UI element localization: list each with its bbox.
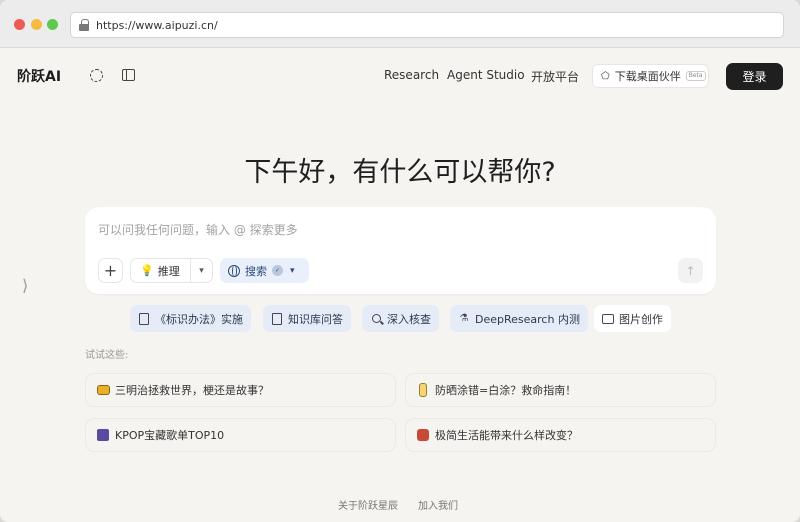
plus-icon: + xyxy=(103,261,118,280)
tool-label: 《标识办法》实施 xyxy=(155,312,243,326)
sidebar-toggle-icon[interactable] xyxy=(120,67,136,83)
tool-label: DeepResearch 内测 xyxy=(475,312,580,326)
brand-logo[interactable]: 阶跃AI xyxy=(17,66,61,86)
tool-label: 图片创作 xyxy=(619,312,663,326)
suggestion-card[interactable]: 防晒涂错=白涂？救命指南！ xyxy=(405,373,716,407)
flask-icon: ⚗ xyxy=(459,313,469,324)
sunscreen-icon xyxy=(416,383,430,397)
download-label: 下载桌面伙伴 xyxy=(614,70,681,83)
nav-open-platform[interactable]: 开放平台 xyxy=(531,68,579,85)
chevron-down-icon[interactable]: ▾ xyxy=(290,266,295,276)
footer-about-link[interactable]: 关于阶跃星辰 xyxy=(338,497,398,512)
tool-deep-check[interactable]: 深入核查 xyxy=(362,305,439,332)
suggestions-label: 试试这些: xyxy=(85,350,129,361)
suggestion-card[interactable]: 三明治拯救世界，梗还是故事？ xyxy=(85,373,396,407)
tool-knowledge-qa[interactable]: 知识库问答 xyxy=(263,305,351,332)
minimize-window-icon[interactable] xyxy=(31,19,42,30)
chevron-down-icon[interactable]: ▾ xyxy=(191,266,212,276)
lightbulb-icon: 💡 xyxy=(140,264,154,277)
reasoning-main[interactable]: 💡 推理 xyxy=(131,259,191,282)
reasoning-label: 推理 xyxy=(157,264,180,278)
nav-research[interactable]: Research xyxy=(384,68,439,82)
tool-label: 知识库问答 xyxy=(288,312,343,326)
image-icon xyxy=(602,313,614,325)
suggestion-text: 防晒涂错=白涂？救命指南！ xyxy=(435,384,577,397)
suggestion-text: 极简生活能带来什么样改变？ xyxy=(435,429,578,442)
sandwich-icon xyxy=(96,383,110,397)
download-desktop-button[interactable]: ⬠ 下载桌面伙伴 Beta xyxy=(592,64,709,88)
chat-input-card: + 💡 推理 ▾ 搜索 ✓ ▾ ↑ xyxy=(85,207,716,294)
attach-button[interactable]: + xyxy=(98,258,123,283)
address-bar[interactable]: https://www.aipuzi.cn/ xyxy=(70,12,784,38)
tool-regulation[interactable]: 《标识办法》实施 xyxy=(130,305,251,332)
chat-input[interactable] xyxy=(98,223,678,237)
search-status-badge: ✓ xyxy=(272,265,283,276)
login-button[interactable]: 登录 xyxy=(726,63,783,90)
nav-agent-studio[interactable]: Agent Studio xyxy=(447,68,525,82)
pentagon-icon: ⬠ xyxy=(601,70,610,82)
suggestion-card[interactable]: KPOP宝藏歌单TOP10 xyxy=(85,418,396,452)
tool-deep-research[interactable]: ⚗ DeepResearch 内测 xyxy=(450,305,588,332)
expand-sidebar-icon[interactable]: ⟩ xyxy=(22,276,28,295)
beta-badge: Beta xyxy=(685,71,706,81)
browser-toolbar: https://www.aipuzi.cn/ xyxy=(0,0,800,48)
backpack-icon xyxy=(416,428,430,442)
tool-label: 深入核查 xyxy=(387,312,431,326)
close-window-icon[interactable] xyxy=(14,19,25,30)
page-title: 下午好，有什么可以帮你? xyxy=(244,157,556,188)
tool-image-creation[interactable]: 图片创作 xyxy=(594,305,671,332)
url-text: https://www.aipuzi.cn/ xyxy=(96,18,218,32)
footer-join-link[interactable]: 加入我们 xyxy=(418,497,458,512)
browser-window: https://www.aipuzi.cn/ 阶跃AI Research Age… xyxy=(0,0,800,522)
new-chat-icon[interactable] xyxy=(88,67,104,83)
globe-icon xyxy=(228,264,240,277)
music-box-icon xyxy=(96,428,110,442)
library-icon xyxy=(271,312,283,325)
reasoning-toggle[interactable]: 💡 推理 ▾ xyxy=(130,258,213,283)
magnifier-icon xyxy=(370,313,382,325)
suggestion-text: 三明治拯救世界，梗还是故事？ xyxy=(115,384,269,397)
suggestion-card[interactable]: 极简生活能带来什么样改变？ xyxy=(405,418,716,452)
lock-icon xyxy=(79,19,89,31)
search-label: 搜索 xyxy=(245,264,267,278)
send-button[interactable]: ↑ xyxy=(678,258,703,283)
book-icon xyxy=(138,312,150,325)
arrow-up-icon: ↑ xyxy=(685,263,696,278)
search-toggle[interactable]: 搜索 ✓ ▾ xyxy=(220,258,309,283)
suggestion-text: KPOP宝藏歌单TOP10 xyxy=(115,429,225,442)
maximize-window-icon[interactable] xyxy=(47,19,58,30)
